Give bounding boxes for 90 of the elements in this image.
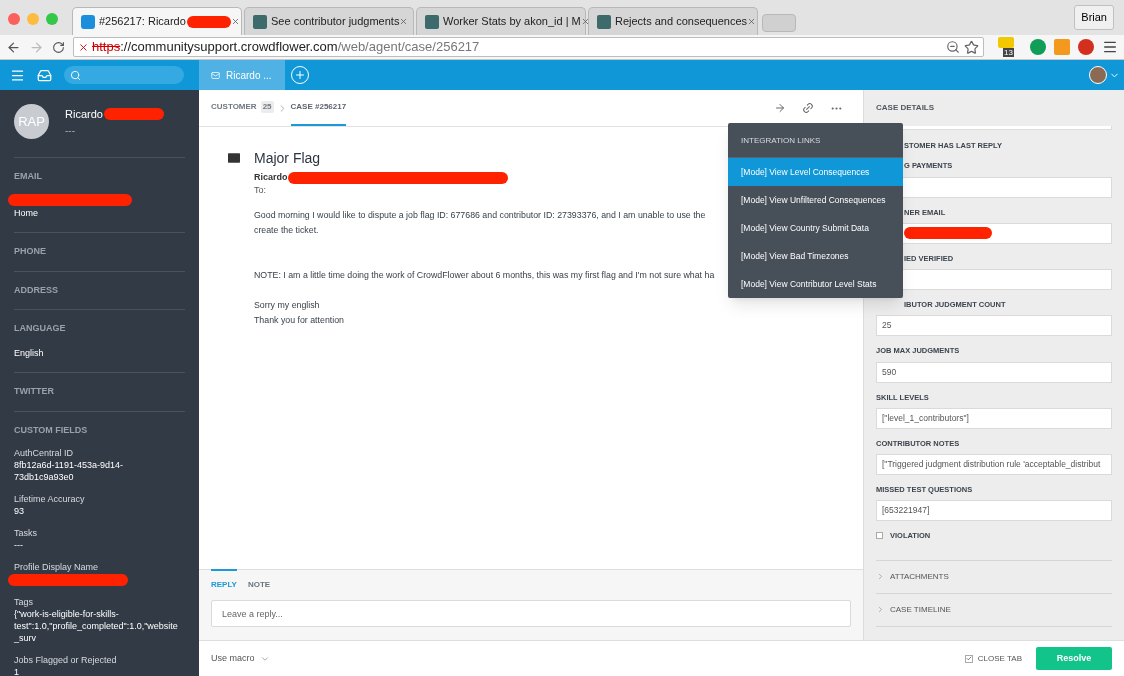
checkbox[interactable] — [964, 654, 973, 663]
bookmark-star-icon[interactable] — [964, 39, 979, 55]
field-value: {"work-is-eligible-for-skills-test":1.0,"profile_completed":1.0,"website_surv — [14, 608, 179, 644]
address-bar[interactable]: https://communitysupport.crowdflower.com/web/agent/case/256217 — [73, 37, 984, 57]
favicon-icon — [253, 14, 267, 29]
section-label: EMAIL — [14, 170, 43, 183]
insecure-x-icon — [78, 41, 89, 53]
checkbox-label: CLOSE TAB — [977, 652, 1022, 665]
check-icon — [965, 655, 972, 662]
user-avatar[interactable] — [1089, 66, 1107, 84]
browser-tab[interactable]: Worker Stats by akon_id | M — [416, 7, 586, 35]
field-value: 8fb12a6d-1191-453a-9d14-73db1c9a93e0 — [14, 459, 124, 483]
field-value: 1 — [14, 666, 20, 676]
section-label: TWITTER — [14, 385, 55, 398]
message-text: NOTE: I am a little time doing the work of CrowdFlower about 6 months, this was my first flag and I'm not sure what ha — [254, 268, 715, 282]
back-icon[interactable] — [6, 39, 21, 55]
checkbox[interactable] — [876, 532, 883, 540]
profile-button[interactable]: Brian — [1074, 5, 1114, 30]
close-icon[interactable] — [747, 17, 757, 26]
favicon-icon — [81, 14, 95, 29]
forward-icon[interactable] — [29, 39, 44, 55]
favicon-icon — [597, 14, 611, 29]
section-label: ADDRESS — [14, 283, 59, 297]
close-icon[interactable] — [580, 17, 590, 26]
browser-tab[interactable]: Rejects and consequences — [588, 7, 758, 35]
text-field[interactable]: ["level_1_contributors"] — [876, 407, 1112, 429]
section-value: English — [14, 346, 45, 360]
forward-icon[interactable] — [774, 102, 786, 114]
tab-title: Rejects and consequences — [615, 14, 748, 30]
mail-icon — [211, 70, 220, 80]
field-label: Lifetime Accuracy — [14, 493, 85, 505]
zoom-icon[interactable] — [946, 40, 960, 54]
section-label: LANGUAGE — [14, 322, 67, 335]
menu-item[interactable]: [Mode] View Country Submit Data — [728, 214, 903, 242]
message-text: create the ticket. — [254, 223, 319, 237]
menu-item[interactable]: [Mode] View Unfiltered Consequences — [728, 186, 903, 214]
search-field[interactable] — [64, 66, 184, 84]
section-title: ATTACHMENTS — [890, 570, 949, 583]
chevron-right-icon — [876, 572, 885, 581]
section-label: PHONE — [14, 245, 47, 258]
text-field[interactable]: [653221947] — [876, 500, 1112, 522]
text-field[interactable]: ["Triggered judgment distribution rule 'acceptable_distribut — [876, 454, 1112, 475]
close-icon[interactable] — [399, 17, 409, 26]
reply-field[interactable]: Leave a reply... — [211, 600, 851, 627]
field-label: Tasks — [14, 527, 37, 539]
field-label: Profile Display Name — [14, 561, 99, 573]
inbox-icon[interactable] — [37, 67, 52, 83]
customer-subtitle: --- — [65, 123, 76, 138]
maximize-window-button[interactable] — [46, 12, 58, 25]
tab-title: Worker Stats by akon_id | M — [443, 14, 581, 30]
search-icon — [70, 69, 81, 81]
close-window-button[interactable] — [8, 12, 20, 25]
menu-item[interactable]: [Mode] View Bad Timezones — [728, 242, 903, 270]
reply-tab[interactable]: NOTE — [247, 569, 271, 591]
section-label: CUSTOM FIELDS — [14, 423, 89, 437]
reload-icon[interactable] — [52, 40, 65, 54]
text-field[interactable]: 25 — [876, 315, 1112, 337]
collapsible-section[interactable]: CASE TIMELINE — [876, 593, 1112, 627]
url-text: https://communitysupport.crowdflower.com/web/agent/case/256217 — [92, 38, 480, 57]
message-text: Good morning I would like to dispute a job flag ID: 677686 and contributor ID: 27393376, and I am unable to use the — [254, 208, 706, 222]
field-label: Jobs Flagged or Rejected — [14, 654, 117, 666]
browser-tab[interactable]: See contributor judgments — [244, 7, 414, 35]
field-value: --- — [14, 539, 24, 551]
text-field[interactable]: 590 — [876, 361, 1112, 383]
macro-dropdown[interactable]: Use macro — [211, 651, 270, 666]
breadcrumb-tab[interactable]: CUSTOMER 25 — [211, 90, 274, 126]
close-icon[interactable] — [230, 17, 240, 26]
message-text: Sorry my english — [254, 298, 320, 312]
tab-title: See contributor judgments — [271, 14, 400, 30]
sender-name: Ricardo — [254, 171, 288, 185]
customer-name: Ricardo — [65, 107, 103, 122]
favicon-icon — [425, 14, 439, 29]
message-title: Major Flag — [254, 150, 322, 166]
field-label: AuthCentral ID — [14, 447, 74, 459]
menu-icon[interactable] — [1102, 39, 1118, 55]
collapsible-section[interactable]: ATTACHMENTS — [876, 560, 1112, 594]
field-label: Tags — [14, 596, 33, 608]
message-text: Thank you for attention — [254, 313, 344, 327]
recipient-label: To: — [254, 184, 267, 197]
browser-tab[interactable]: #256217: Ricardo — [72, 7, 242, 35]
field-value: 93 — [14, 505, 25, 517]
section-title: CASE TIMELINE — [890, 603, 951, 616]
extension-badge: 13 — [1003, 48, 1014, 57]
section-value: Home — [14, 206, 39, 220]
tab-title: Ricardo ... — [226, 68, 272, 83]
breadcrumb-tab[interactable]: CASE #256217 — [290, 90, 347, 126]
mail-icon — [226, 150, 242, 166]
tab-title: #256217: Ricardo — [99, 14, 186, 30]
chevron-right-icon — [876, 605, 885, 614]
menu-item[interactable]: [Mode] View Contributor Level Stats — [728, 270, 903, 298]
